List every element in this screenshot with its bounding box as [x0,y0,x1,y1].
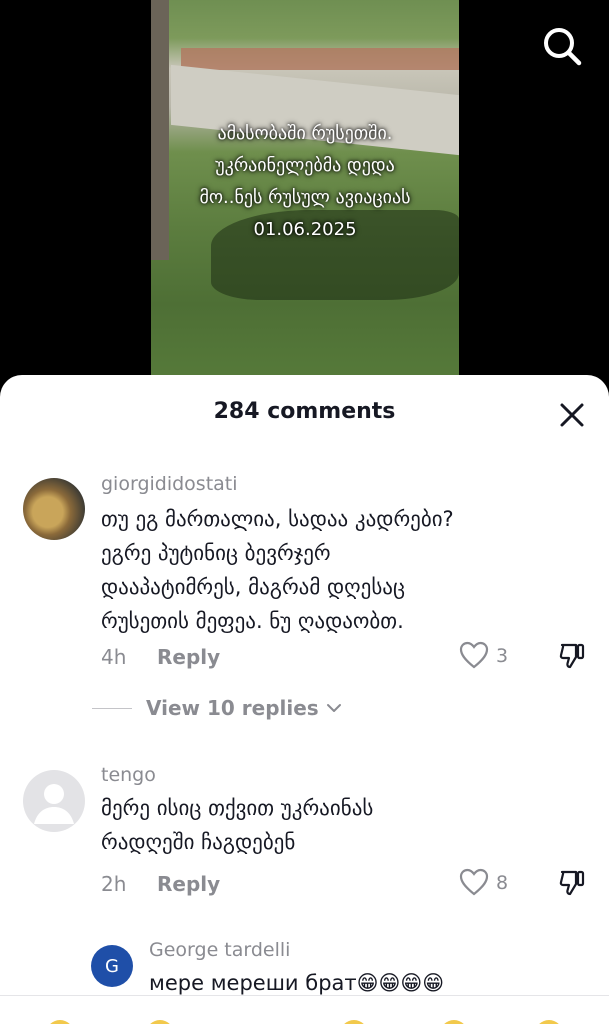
search-icon[interactable] [540,24,584,68]
caption-line: ამასობაში რუსეთში. [217,123,393,144]
chevron-down-icon [326,704,341,712]
comment-time: 2h [101,872,127,896]
reply-username[interactable]: George tardelli [149,939,290,961]
avatar[interactable]: G [91,945,133,987]
avatar[interactable] [23,770,85,832]
comment-line: რუსეთის მეფეა. ნუ ღადაობთ. [101,609,404,633]
heart-icon[interactable] [459,641,489,673]
caption-line: უკრაინელებმა დედა [215,155,395,176]
comment-line: რადღეში ჩაგდებენ [101,830,296,854]
default-avatar-icon [34,784,74,824]
comment-text: თუ ეგ მართალია, სადაა კადრები? ეგრე პუტი… [101,502,454,638]
heart-icon[interactable] [459,868,489,900]
emoji-icon[interactable] [46,1020,74,1024]
emoji-icon[interactable] [340,1020,368,1024]
like-count: 3 [496,645,509,667]
emoji-icon[interactable] [146,1020,174,1024]
like-count: 8 [496,872,509,894]
comments-sheet: 284 comments giorgididostati თუ ეგ მართა… [0,375,609,1024]
reply-button[interactable]: Reply [157,872,220,896]
avatar[interactable] [23,478,85,540]
divider [92,707,132,709]
caption-date: 01.06.2025 [253,219,357,240]
emoji-icon[interactable] [440,1020,468,1024]
video-fence [181,48,459,70]
view-replies-label: View 10 replies [146,696,319,720]
comment-line: დააპატიმრეს, მაგრამ დღესაც [101,575,405,599]
comment-text: მერე ისიც თქვით უკრაინას რადღეში ჩაგდებე… [101,791,373,859]
dislike-icon[interactable] [558,642,586,674]
comments-count-title: 284 comments [213,399,396,424]
comment-time: 4h [101,645,127,669]
video-caption: ამასობაში რუსეთში. უკრაინელებმა დედა მო.… [151,118,459,246]
bottom-input-bar[interactable] [0,995,609,1024]
comment-username[interactable]: tengo [101,764,156,786]
view-replies-button[interactable]: View 10 replies [92,696,343,720]
video-frame[interactable]: ამასობაში რუსეთში. უკრაინელებმა დედა მო.… [151,0,459,380]
reply-button[interactable]: Reply [157,645,220,669]
comment-username[interactable]: giorgididostati [101,473,238,495]
video-player[interactable]: ამასობაში რუსეთში. უკრაინელებმა დედა მო.… [0,0,609,400]
caption-line: მო..ნეს რუსულ ავიაციას [199,187,411,208]
comment-line: მერე ისიც თქვით უკრაინას [101,796,374,820]
comment-line: თუ ეგ მართალია, სადაა კადრები? [101,507,454,531]
dislike-icon[interactable] [558,869,586,901]
comment-line: ეგრე პუტინიც ბევრჯერ [101,541,331,565]
emoji-icon[interactable] [535,1020,563,1024]
close-icon[interactable] [558,401,586,429]
